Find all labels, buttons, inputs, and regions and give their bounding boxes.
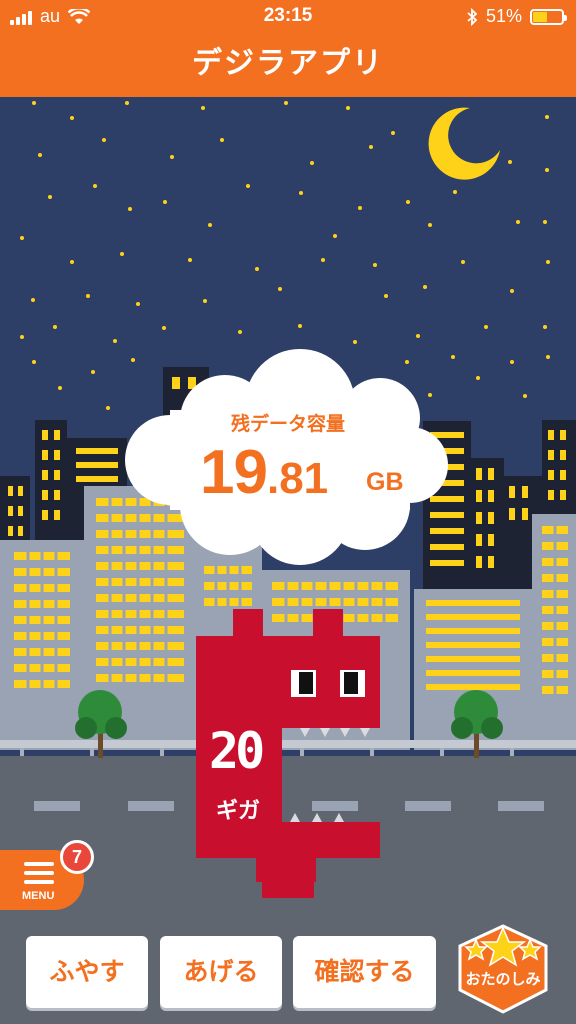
battery-percent: 51% [485,6,522,26]
remaining-data-unit: GB [366,468,404,496]
monster-number: 20 [209,722,265,780]
bluetooth-icon [467,7,478,26]
fun-label: おたのしみ [465,970,541,988]
status-right: 51% [466,6,567,27]
status-bar: au 23:15 51% [0,0,576,36]
page-title: デジラアプリ [192,46,384,81]
increase-button[interactable]: ふやす [26,936,148,1008]
remaining-data-value: 19.81 [200,437,328,508]
remaining-data-int: 19 [200,438,268,507]
remaining-data-label: 残データ容量 [230,413,345,435]
scene-illustration [0,101,576,1024]
monster-label: ギガ [216,799,261,824]
remaining-data-dec: .81 [266,454,329,503]
night-city-scene [0,97,576,1024]
app-header: デジラアプリ [0,36,576,98]
battery-icon [530,8,567,25]
menu-label: MENU [22,890,55,902]
moon-icon [428,107,500,180]
notification-badge: 7 [60,840,94,874]
hamburger-icon [24,862,54,889]
give-button[interactable]: あげる [160,936,282,1008]
check-button[interactable]: 確認する [293,936,436,1008]
fun-button[interactable]: おたのしみ [452,920,554,1016]
